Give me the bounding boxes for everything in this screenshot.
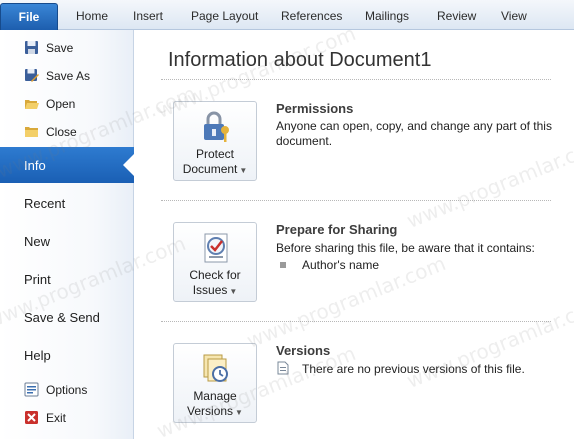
tab-mailings[interactable]: Mailings <box>365 9 409 23</box>
nav-tab-new[interactable]: New <box>0 223 134 259</box>
nav-tab-recent[interactable]: Recent <box>0 185 134 221</box>
nav-tab-save-send[interactable]: Save & Send <box>0 299 134 335</box>
ribbon-tab-bar: File Home Insert Page Layout References … <box>0 0 574 30</box>
tab-file[interactable]: File <box>0 3 58 30</box>
nav-tab-info[interactable]: Info <box>0 147 135 183</box>
nav-tab-info-label: Info <box>24 158 46 173</box>
tab-insert[interactable]: Insert <box>133 9 163 23</box>
nav-tab-help[interactable]: Help <box>0 337 134 373</box>
lock-keys-icon <box>204 111 229 142</box>
save-command[interactable]: Save <box>0 36 134 60</box>
nav-tab-save-send-label: Save & Send <box>24 310 100 325</box>
check-for-issues-button[interactable]: Check for Issues ▼ <box>173 222 257 302</box>
nav-tab-recent-label: Recent <box>24 196 66 211</box>
nav-tab-new-label: New <box>24 234 51 249</box>
save-as-command[interactable]: Save As <box>0 64 134 88</box>
close-folder-icon <box>25 127 38 137</box>
options-command[interactable]: Options <box>0 378 134 402</box>
prepare-for-sharing-text: Before sharing this file, be aware that … <box>276 241 535 255</box>
tab-home[interactable]: Home <box>76 9 108 23</box>
manage-versions-label-2: Versions ▼ <box>174 404 256 418</box>
page-title: Information about Document1 <box>168 49 432 71</box>
selected-pointer <box>123 153 135 177</box>
manage-versions-label-1: Manage <box>193 389 237 403</box>
divider <box>161 321 551 322</box>
save-label: Save <box>46 41 74 55</box>
save-as-icon <box>25 69 39 82</box>
close-label: Close <box>46 125 77 139</box>
tab-view[interactable]: View <box>501 9 527 23</box>
backstage-nav: Save Save As Open Close Info Recent New … <box>0 30 135 439</box>
document-icon <box>277 361 289 375</box>
exit-icon <box>25 411 38 424</box>
versions-text: There are no previous versions of this f… <box>302 362 525 376</box>
open-label: Open <box>46 97 76 111</box>
divider <box>161 200 551 201</box>
dropdown-arrow-icon: ▼ <box>239 166 248 175</box>
permissions-heading: Permissions <box>276 101 354 116</box>
options-icon <box>24 382 39 397</box>
open-folder-icon <box>25 100 39 109</box>
close-command[interactable]: Close <box>0 120 134 144</box>
nav-tab-print-label: Print <box>24 272 51 287</box>
protect-document-label-1: Protect <box>195 147 234 161</box>
permissions-text: Anyone can open, copy, and change any pa… <box>276 119 552 148</box>
save-icon <box>25 41 38 54</box>
versions-heading: Versions <box>276 343 331 358</box>
protect-document-button[interactable]: Protect Document ▼ <box>173 101 257 181</box>
exit-label: Exit <box>46 411 67 425</box>
tab-references[interactable]: References <box>281 9 342 23</box>
manage-versions-button[interactable]: Manage Versions ▼ <box>173 343 257 423</box>
bullet-icon <box>280 262 286 268</box>
protect-document-label-2-text: Document <box>182 162 238 176</box>
options-label: Options <box>46 383 88 397</box>
dropdown-arrow-icon: ▼ <box>229 287 238 296</box>
divider <box>161 79 551 80</box>
protect-document-label-2: Document ▼ <box>174 162 256 176</box>
check-for-issues-label-2-text: Issues <box>192 283 228 297</box>
check-for-issues-label-2: Issues ▼ <box>174 283 256 297</box>
nav-tab-help-label: Help <box>24 348 51 363</box>
author-name-item: Author's name <box>302 258 379 272</box>
check-for-issues-label-1: Check for <box>189 268 241 282</box>
info-pane: Information about Document1 Protect Docu… <box>135 30 574 439</box>
checklist-icon <box>204 233 228 263</box>
open-command[interactable]: Open <box>0 92 134 116</box>
versions-icon <box>203 354 228 382</box>
prepare-for-sharing-heading: Prepare for Sharing <box>276 222 398 237</box>
nav-tab-print[interactable]: Print <box>0 261 134 297</box>
exit-command[interactable]: Exit <box>0 406 134 430</box>
save-as-label: Save As <box>46 69 91 83</box>
dropdown-arrow-icon: ▼ <box>235 408 243 417</box>
tab-review[interactable]: Review <box>437 9 476 23</box>
manage-versions-label-2-text: Versions <box>187 404 234 418</box>
tab-page-layout[interactable]: Page Layout <box>191 9 258 23</box>
